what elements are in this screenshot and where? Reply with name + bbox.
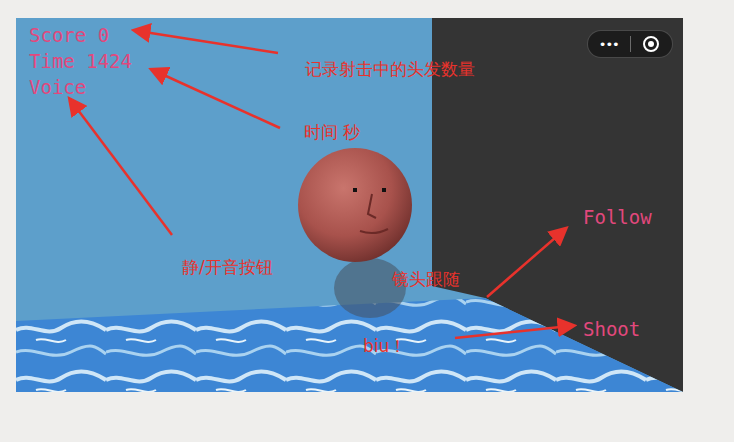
arrow-icon [455, 326, 570, 338]
miniprogram-capsule: ••• [587, 30, 673, 58]
follow-button[interactable]: Follow [581, 204, 654, 230]
voice-button[interactable]: Voice [29, 74, 132, 100]
arrow-icon [487, 231, 563, 297]
page: Score 0Time 1424Voice Follow Shoot ••• 记录射击中… [0, 0, 734, 442]
annotation-label: 时间 秒 [304, 121, 360, 143]
arrow-icon [138, 31, 278, 53]
shoot-button[interactable]: Shoot [581, 316, 642, 342]
hud: Score 0Time 1424Voice [29, 22, 132, 100]
close-button[interactable] [631, 31, 673, 57]
arrow-icon [72, 102, 172, 235]
head-ball[interactable] [298, 148, 412, 262]
annotation-label: 静/开音按钮 [182, 256, 273, 278]
capsule-divider [630, 36, 631, 52]
more-button[interactable]: ••• [588, 31, 630, 57]
score-label: Score 0 [29, 22, 132, 48]
annotation-label: biu！ [363, 335, 406, 357]
time-label: Time 1424 [29, 48, 132, 74]
arrow-icon [155, 71, 280, 128]
annotation-label: 镜头跟随 [392, 268, 460, 290]
annotation-label: 记录射击中的头发数量 [305, 58, 475, 80]
target-icon [642, 35, 660, 53]
